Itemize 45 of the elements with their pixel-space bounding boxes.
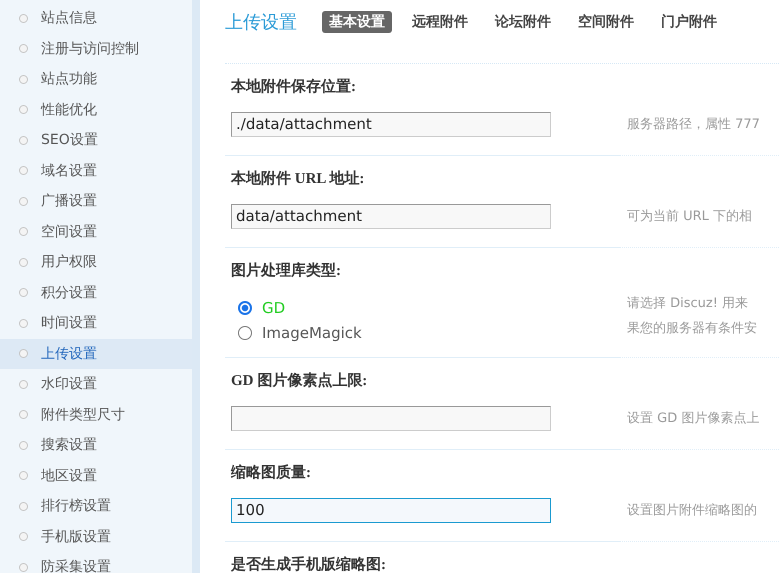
tab[interactable]: 门户附件 — [654, 10, 724, 32]
page-title: 上传设置 — [225, 10, 297, 34]
hint-text: 服务器路径，属性 777 — [627, 116, 760, 134]
sidebar-item[interactable]: 时间设置 — [0, 308, 192, 338]
sidebar-item[interactable]: 排行榜设置 — [0, 491, 192, 522]
sidebar-item[interactable]: SEO设置 — [0, 125, 192, 156]
hint-text: 请选择 Discuz! 用来 — [627, 295, 750, 313]
sidebar-item[interactable]: 附件类型尺寸 — [0, 400, 192, 430]
setting-label: 本地附件保存位置: — [231, 77, 357, 97]
input-field[interactable]: ./data/attachment — [231, 112, 551, 136]
radio-label: GD — [262, 298, 286, 316]
sidebar-item[interactable]: 域名设置 — [0, 156, 192, 186]
hint-text: 果您的服务器有条件安 — [627, 320, 757, 338]
sidebar-item[interactable]: 手机版设置 — [0, 522, 192, 552]
input-field[interactable]: 100 — [231, 498, 551, 522]
tab[interactable]: 空间附件 — [571, 10, 641, 32]
sidebar-item[interactable]: 注册与访问控制 — [0, 34, 192, 64]
setting-label: 本地附件 URL 地址: — [231, 169, 366, 189]
setting-label: 图片处理库类型: — [231, 261, 342, 281]
sidebar-item[interactable]: 性能优化 — [0, 94, 192, 125]
setting-label: 是否生成手机版缩略图: — [231, 555, 387, 573]
sidebar-item[interactable]: 积分设置 — [0, 278, 192, 308]
sidebar-item[interactable]: 广播设置 — [0, 186, 192, 216]
sidebar-item[interactable]: 空间设置 — [0, 216, 192, 247]
setting-label: 缩略图质量: — [231, 463, 312, 483]
sidebar-item[interactable]: 上传设置 — [0, 338, 192, 369]
tab[interactable]: 基本设置 — [322, 10, 392, 32]
radio-button[interactable] — [238, 326, 252, 340]
sidebar-item[interactable]: 水印设置 — [0, 369, 192, 400]
radio-button[interactable] — [238, 300, 252, 314]
tab[interactable]: 远程附件 — [405, 10, 475, 32]
hint-text: 设置 GD 图片像素点上 — [627, 410, 760, 428]
hint-text: 可为当前 URL 下的相 — [627, 208, 752, 226]
sidebar-item[interactable]: 地区设置 — [0, 460, 192, 491]
sidebar-item[interactable]: 防采集设置 — [0, 552, 192, 573]
sidebar-item[interactable]: 用户权限 — [0, 247, 192, 278]
tab[interactable]: 论坛附件 — [488, 10, 558, 32]
input-field[interactable]: data/attachment — [231, 204, 551, 228]
sidebar-item[interactable]: 搜索设置 — [0, 430, 192, 460]
setting-label: GD 图片像素点上限: — [231, 371, 368, 391]
radio-label: ImageMagick — [262, 324, 362, 342]
sidebar-item[interactable]: 站点信息 — [0, 3, 192, 34]
input-field[interactable] — [231, 406, 551, 430]
sidebar-item[interactable]: 站点功能 — [0, 64, 192, 94]
hint-text: 设置图片附件缩略图的 — [627, 502, 757, 520]
